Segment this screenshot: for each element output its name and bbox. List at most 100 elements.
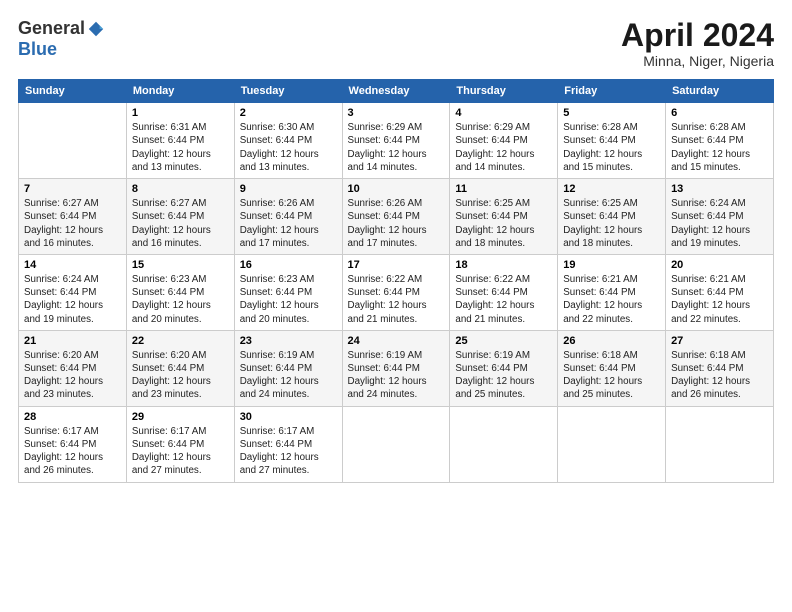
day-cell: 6 Sunrise: 6:28 AM Sunset: 6:44 PM Daylig… xyxy=(666,103,774,179)
day-cell: 7Sunrise: 6:27 AM Sunset: 6:44 PM Daylig… xyxy=(19,179,127,255)
day-number: 24 xyxy=(348,335,445,347)
day-cell: 17 Sunrise: 6:22 AM Sunset: 6:44 PM Dayli… xyxy=(342,254,450,330)
day-number: 17 xyxy=(348,259,445,271)
day-info: Sunrise: 6:28 AM Sunset: 6:44 PM Dayligh… xyxy=(563,121,660,174)
day-cell: 20Sunrise: 6:21 AM Sunset: 6:44 PM Dayli… xyxy=(666,254,774,330)
day-cell: 9Sunrise: 6:26 AM Sunset: 6:44 PM Daylig… xyxy=(234,179,342,255)
day-cell: 15Sunrise: 6:23 AM Sunset: 6:44 PM Dayli… xyxy=(126,254,234,330)
day-info: Sunrise: 6:31 AM Sunset: 6:44 PM Dayligh… xyxy=(132,121,229,174)
week-row-4: 28 Sunrise: 6:17 AM Sunset: 6:44 PM Dayli… xyxy=(19,406,774,482)
day-number: 4 xyxy=(455,107,552,119)
location: Minna, Niger, Nigeria xyxy=(621,53,774,69)
day-number: 7 xyxy=(24,183,121,195)
day-number: 1 xyxy=(132,107,229,119)
day-info: Sunrise: 6:22 AM Sunset: 6:44 PM Dayligh… xyxy=(455,273,552,326)
day-cell xyxy=(342,406,450,482)
header-cell-wednesday: Wednesday xyxy=(342,80,450,103)
day-info: Sunrise: 6:27 AM Sunset: 6:44 PM Dayligh… xyxy=(132,197,229,250)
day-info: Sunrise: 6:24 AM Sunset: 6:44 PM Dayligh… xyxy=(671,197,768,250)
day-cell: 13 Sunrise: 6:24 AM Sunset: 6:44 PM Dayli… xyxy=(666,179,774,255)
day-number: 25 xyxy=(455,335,552,347)
day-info: Sunrise: 6:23 AM Sunset: 6:44 PM Dayligh… xyxy=(240,273,337,326)
week-row-1: 7 Sunrise: 6:27 AM Sunset: 6:44 PM Daylig… xyxy=(19,179,774,255)
logo-general-text: General xyxy=(18,18,85,39)
day-info: Sunrise: 6:21 AM Sunset: 6:44 PM Dayligh… xyxy=(671,273,768,326)
header-cell-sunday: Sunday xyxy=(19,80,127,103)
day-cell: 30Sunrise: 6:17 AM Sunset: 6:44 PM Dayli… xyxy=(234,406,342,482)
day-cell: 26Sunrise: 6:18 AM Sunset: 6:44 PM Dayli… xyxy=(558,330,666,406)
day-number: 23 xyxy=(240,335,337,347)
page: General Blue April 2024 Minna, Niger, Ni… xyxy=(0,0,792,612)
logo-blue-text: Blue xyxy=(18,39,57,60)
day-number: 16 xyxy=(240,259,337,271)
day-info: Sunrise: 6:17 AM Sunset: 6:44 PM Dayligh… xyxy=(240,425,337,478)
calendar-header-row: SundayMondayTuesdayWednesdayThursdayFrid… xyxy=(19,80,774,103)
day-number: 3 xyxy=(348,107,445,119)
day-info: Sunrise: 6:29 AM Sunset: 6:44 PM Dayligh… xyxy=(348,121,445,174)
day-number: 2 xyxy=(240,107,337,119)
day-number: 6 xyxy=(671,107,768,119)
header-cell-monday: Monday xyxy=(126,80,234,103)
day-number: 19 xyxy=(563,259,660,271)
day-number: 11 xyxy=(455,183,552,195)
calendar-body: 1 Sunrise: 6:31 AM Sunset: 6:44 PM Daylig… xyxy=(19,103,774,482)
day-info: Sunrise: 6:24 AM Sunset: 6:44 PM Dayligh… xyxy=(24,273,121,326)
day-cell: 2 Sunrise: 6:30 AM Sunset: 6:44 PM Daylig… xyxy=(234,103,342,179)
day-cell: 10 Sunrise: 6:26 AM Sunset: 6:44 PM Dayli… xyxy=(342,179,450,255)
day-info: Sunrise: 6:28 AM Sunset: 6:44 PM Dayligh… xyxy=(671,121,768,174)
day-cell: 16 Sunrise: 6:23 AM Sunset: 6:44 PM Dayli… xyxy=(234,254,342,330)
day-number: 21 xyxy=(24,335,121,347)
day-number: 10 xyxy=(348,183,445,195)
day-number: 22 xyxy=(132,335,229,347)
day-number: 18 xyxy=(455,259,552,271)
day-cell: 12 Sunrise: 6:25 AM Sunset: 6:44 PM Dayli… xyxy=(558,179,666,255)
day-cell: 24 Sunrise: 6:19 AM Sunset: 6:44 PM Dayli… xyxy=(342,330,450,406)
day-cell: 5 Sunrise: 6:28 AM Sunset: 6:44 PM Daylig… xyxy=(558,103,666,179)
header-cell-saturday: Saturday xyxy=(666,80,774,103)
day-cell: 19 Sunrise: 6:21 AM Sunset: 6:44 PM Dayli… xyxy=(558,254,666,330)
week-row-0: 1 Sunrise: 6:31 AM Sunset: 6:44 PM Daylig… xyxy=(19,103,774,179)
day-cell: 14 Sunrise: 6:24 AM Sunset: 6:44 PM Dayli… xyxy=(19,254,127,330)
header: General Blue April 2024 Minna, Niger, Ni… xyxy=(18,18,774,69)
day-cell: 21 Sunrise: 6:20 AM Sunset: 6:44 PM Dayli… xyxy=(19,330,127,406)
day-info: Sunrise: 6:17 AM Sunset: 6:44 PM Dayligh… xyxy=(24,425,121,478)
header-cell-thursday: Thursday xyxy=(450,80,558,103)
day-number: 26 xyxy=(563,335,660,347)
calendar-table: SundayMondayTuesdayWednesdayThursdayFrid… xyxy=(18,79,774,482)
day-info: Sunrise: 6:26 AM Sunset: 6:44 PM Dayligh… xyxy=(240,197,337,250)
header-cell-tuesday: Tuesday xyxy=(234,80,342,103)
title-block: April 2024 Minna, Niger, Nigeria xyxy=(621,18,774,69)
day-info: Sunrise: 6:25 AM Sunset: 6:44 PM Dayligh… xyxy=(563,197,660,250)
day-info: Sunrise: 6:22 AM Sunset: 6:44 PM Dayligh… xyxy=(348,273,445,326)
week-row-2: 14 Sunrise: 6:24 AM Sunset: 6:44 PM Dayli… xyxy=(19,254,774,330)
day-cell: 29Sunrise: 6:17 AM Sunset: 6:44 PM Dayli… xyxy=(126,406,234,482)
day-info: Sunrise: 6:18 AM Sunset: 6:44 PM Dayligh… xyxy=(671,349,768,402)
day-cell: 22 Sunrise: 6:20 AM Sunset: 6:44 PM Dayli… xyxy=(126,330,234,406)
day-number: 27 xyxy=(671,335,768,347)
day-cell: 8 Sunrise: 6:27 AM Sunset: 6:44 PM Daylig… xyxy=(126,179,234,255)
day-number: 28 xyxy=(24,411,121,423)
day-number: 14 xyxy=(24,259,121,271)
month-title: April 2024 xyxy=(621,18,774,53)
day-cell xyxy=(666,406,774,482)
day-info: Sunrise: 6:21 AM Sunset: 6:44 PM Dayligh… xyxy=(563,273,660,326)
day-info: Sunrise: 6:19 AM Sunset: 6:44 PM Dayligh… xyxy=(240,349,337,402)
day-number: 12 xyxy=(563,183,660,195)
day-number: 13 xyxy=(671,183,768,195)
day-cell xyxy=(558,406,666,482)
day-info: Sunrise: 6:26 AM Sunset: 6:44 PM Dayligh… xyxy=(348,197,445,250)
day-info: Sunrise: 6:23 AM Sunset: 6:44 PM Dayligh… xyxy=(132,273,229,326)
day-cell: 28 Sunrise: 6:17 AM Sunset: 6:44 PM Dayli… xyxy=(19,406,127,482)
header-cell-friday: Friday xyxy=(558,80,666,103)
week-row-3: 21 Sunrise: 6:20 AM Sunset: 6:44 PM Dayli… xyxy=(19,330,774,406)
day-info: Sunrise: 6:30 AM Sunset: 6:44 PM Dayligh… xyxy=(240,121,337,174)
day-info: Sunrise: 6:25 AM Sunset: 6:44 PM Dayligh… xyxy=(455,197,552,250)
day-info: Sunrise: 6:19 AM Sunset: 6:44 PM Dayligh… xyxy=(348,349,445,402)
day-cell: 4Sunrise: 6:29 AM Sunset: 6:44 PM Daylig… xyxy=(450,103,558,179)
day-number: 5 xyxy=(563,107,660,119)
day-number: 8 xyxy=(132,183,229,195)
day-info: Sunrise: 6:17 AM Sunset: 6:44 PM Dayligh… xyxy=(132,425,229,478)
day-cell: 3 Sunrise: 6:29 AM Sunset: 6:44 PM Daylig… xyxy=(342,103,450,179)
day-info: Sunrise: 6:20 AM Sunset: 6:44 PM Dayligh… xyxy=(132,349,229,402)
day-info: Sunrise: 6:20 AM Sunset: 6:44 PM Dayligh… xyxy=(24,349,121,402)
